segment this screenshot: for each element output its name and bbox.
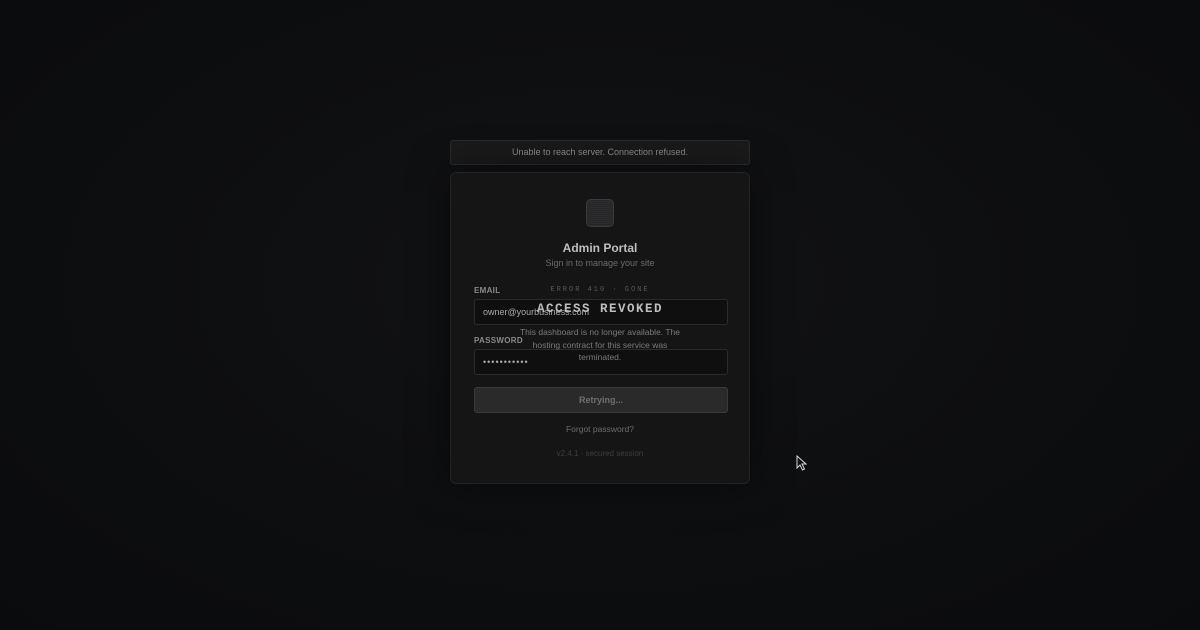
error-banner-text: Unable to reach server. Connection refus…: [511, 147, 689, 157]
password-field[interactable]: •••••••••••: [474, 349, 728, 375]
version-footer: v2.4.1 · secured session: [556, 449, 644, 458]
email-label: EMAIL: [474, 286, 501, 295]
forgot-password-link[interactable]: Forgot password?: [451, 424, 749, 434]
error-banner: Unable to reach server. Connection refus…: [450, 140, 750, 165]
forgot-password-label[interactable]: Forgot password?: [566, 424, 634, 434]
login-card: Admin Portal Sign in to manage your site…: [450, 172, 750, 484]
site-logo-icon: [586, 199, 614, 227]
screen: Unable to reach server. Connection refus…: [0, 0, 1200, 630]
mouse-pointer-icon: [796, 455, 808, 471]
password-label: PASSWORD: [474, 336, 523, 345]
email-field[interactable]: owner@yourbusiness.com: [474, 299, 728, 325]
page-subtitle: Sign in to manage your site: [545, 258, 655, 268]
page-title: Admin Portal: [562, 241, 638, 255]
sign-in-button[interactable]: Retrying...: [474, 387, 728, 413]
